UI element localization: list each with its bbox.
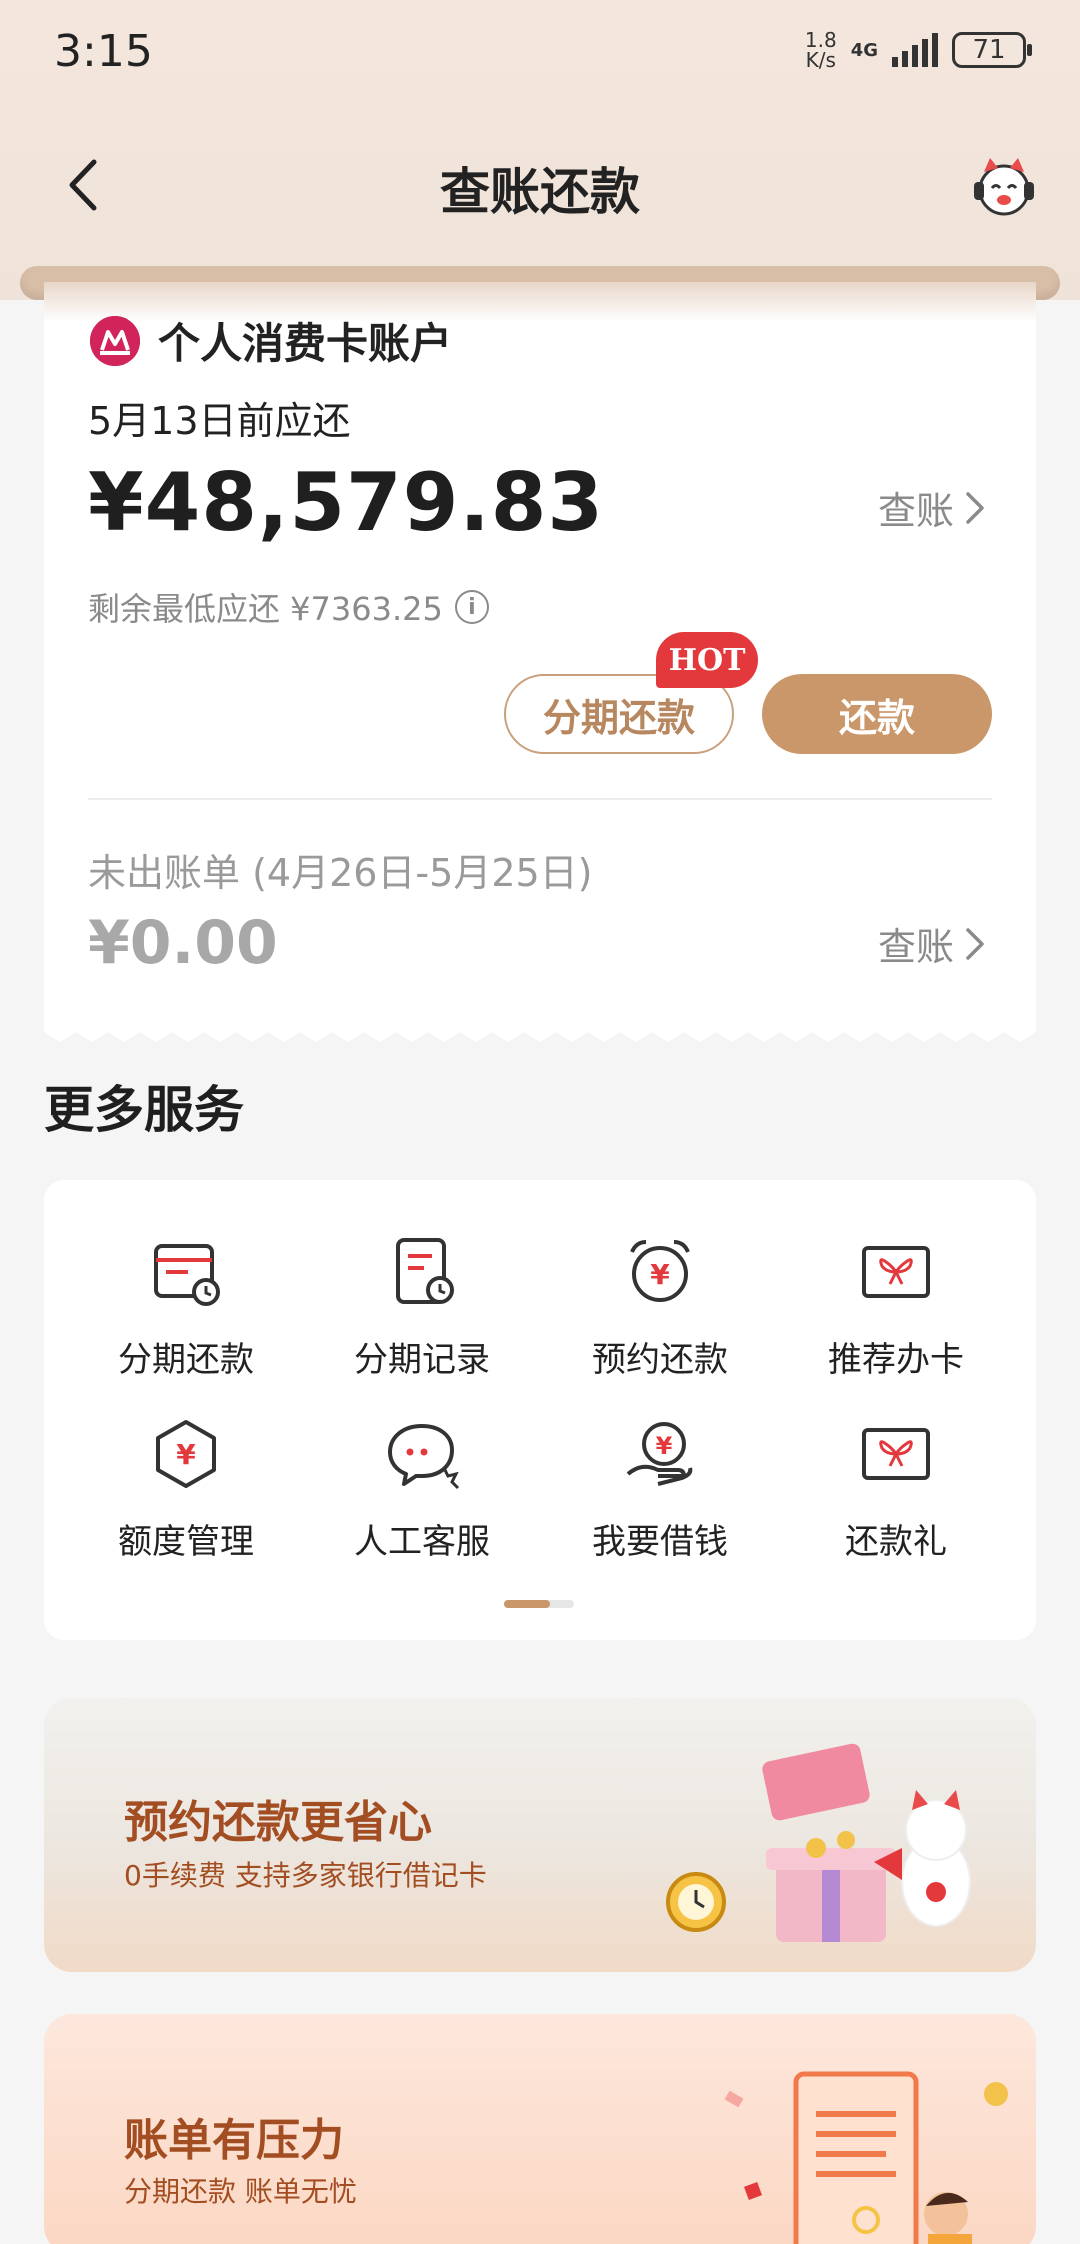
divider xyxy=(88,798,992,800)
service-label: 分期记录 xyxy=(354,1340,490,1380)
min-due-row: 剩余最低应还 ¥7363.25 i xyxy=(88,584,489,630)
view-bill-link[interactable]: 查账 xyxy=(878,480,986,535)
info-icon[interactable]: i xyxy=(454,590,489,624)
view-bill-label: 查账 xyxy=(877,489,954,533)
service-installment-record[interactable]: 分期记录 xyxy=(312,1232,532,1382)
due-date-label: 5月13日前应还 xyxy=(88,399,351,443)
status-icons: 1.8 K/s 4G 71 xyxy=(804,28,1032,72)
service-customer-support[interactable]: 人工客服 xyxy=(312,1414,532,1564)
services-card: 分期还款 分期记录 ¥ 预约还款 推荐办卡 ¥ 额度管理 人工客服 ¥ 我要借钱… xyxy=(44,1180,1036,1640)
repay-button[interactable]: 还款 xyxy=(762,674,992,754)
page-indicator-active xyxy=(504,1600,550,1608)
assistant-button[interactable] xyxy=(968,150,1040,222)
service-credit-limit[interactable]: ¥ 额度管理 xyxy=(76,1414,296,1564)
network-type: 4G xyxy=(850,39,878,61)
service-borrow[interactable]: ¥ 我要借钱 xyxy=(550,1414,770,1564)
page-title: 查账还款 xyxy=(440,163,640,221)
promo-banner-scheduled-repay[interactable]: 预约还款更省心 0手续费 支持多家银行借记卡 xyxy=(44,1698,1036,1972)
service-label: 额度管理 xyxy=(118,1522,254,1562)
status-time: 3:15 xyxy=(54,26,153,77)
min-due-label: 剩余最低应还 ¥7363.25 xyxy=(88,590,443,628)
account-row: 个人消费卡账户 xyxy=(90,310,452,371)
alarm-yuan-icon: ¥ xyxy=(630,1240,690,1302)
battery-icon: 71 xyxy=(952,32,1032,68)
nav-header: 查账还款 xyxy=(0,130,1080,240)
status-bar: 3:15 1.8 K/s 4G 71 xyxy=(0,0,1080,110)
service-label: 推荐办卡 xyxy=(828,1340,964,1380)
banner-title: 预约还款更省心 xyxy=(124,1797,432,1848)
installment-calendar-icon xyxy=(154,1244,220,1306)
hexagon-yuan-icon: ¥ xyxy=(156,1420,216,1488)
hand-yuan-icon: ¥ xyxy=(626,1422,693,1486)
gift-box-mascot-illustration xyxy=(666,1743,971,1942)
chevron-right-icon xyxy=(966,927,984,960)
chevron-right-icon xyxy=(966,491,984,524)
service-installment[interactable]: 分期还款 xyxy=(76,1232,296,1382)
due-amount: ¥48,579.83 xyxy=(88,456,605,549)
network-speed: 1.8 K/s xyxy=(804,28,837,72)
svg-text:¥: ¥ xyxy=(656,1432,673,1460)
bank-logo-icon xyxy=(90,315,140,366)
service-label: 我要借钱 xyxy=(592,1522,728,1562)
page-indicator xyxy=(504,1600,574,1608)
signal-icon xyxy=(892,33,938,67)
account-name: 个人消费卡账户 xyxy=(158,319,453,368)
svg-text:¥: ¥ xyxy=(176,1438,196,1471)
banner-subtitle: 分期还款 账单无忧 xyxy=(124,2175,357,2208)
service-label: 人工客服 xyxy=(354,1522,490,1562)
cat-mascot-icon xyxy=(974,158,1034,216)
promo-banner-installment[interactable]: 账单有压力 分期还款 账单无忧 xyxy=(44,2014,1036,2244)
record-clock-icon xyxy=(396,1238,454,1304)
bill-card: 个人消费卡账户 5月13日前应还 ¥48,579.83 查账 剩余最低应还 ¥7… xyxy=(44,282,1036,1042)
service-label: 分期还款 xyxy=(118,1340,254,1380)
receipt-edge xyxy=(44,1028,1036,1042)
banner-subtitle: 0手续费 支持多家银行借记卡 xyxy=(124,1859,487,1892)
bill-pressure-illustration xyxy=(724,2071,1008,2244)
services-title: 更多服务 xyxy=(44,1081,244,1139)
unbilled-label: 未出账单 (4月26日-5月25日) xyxy=(88,851,593,895)
chat-bubble-icon xyxy=(388,1424,460,1490)
service-scheduled-repay[interactable]: ¥ 预约还款 xyxy=(550,1232,770,1382)
banner-title: 账单有压力 xyxy=(124,2115,344,2166)
gift-card-icon xyxy=(862,1246,930,1298)
unbilled-amount: ¥0.00 xyxy=(88,908,278,978)
service-recommend-card[interactable]: 推荐办卡 xyxy=(786,1232,1006,1382)
svg-text:¥: ¥ xyxy=(650,1258,670,1291)
battery-level: 71 xyxy=(972,35,1006,65)
service-label: 还款礼 xyxy=(845,1522,947,1562)
view-unbilled-link[interactable]: 查账 xyxy=(878,916,986,971)
hot-badge: HOT xyxy=(656,632,758,688)
view-unbilled-label: 查账 xyxy=(877,925,954,969)
service-repay-gift[interactable]: 还款礼 xyxy=(786,1414,1006,1564)
gift-card-icon xyxy=(862,1428,930,1480)
service-label: 预约还款 xyxy=(592,1340,728,1380)
